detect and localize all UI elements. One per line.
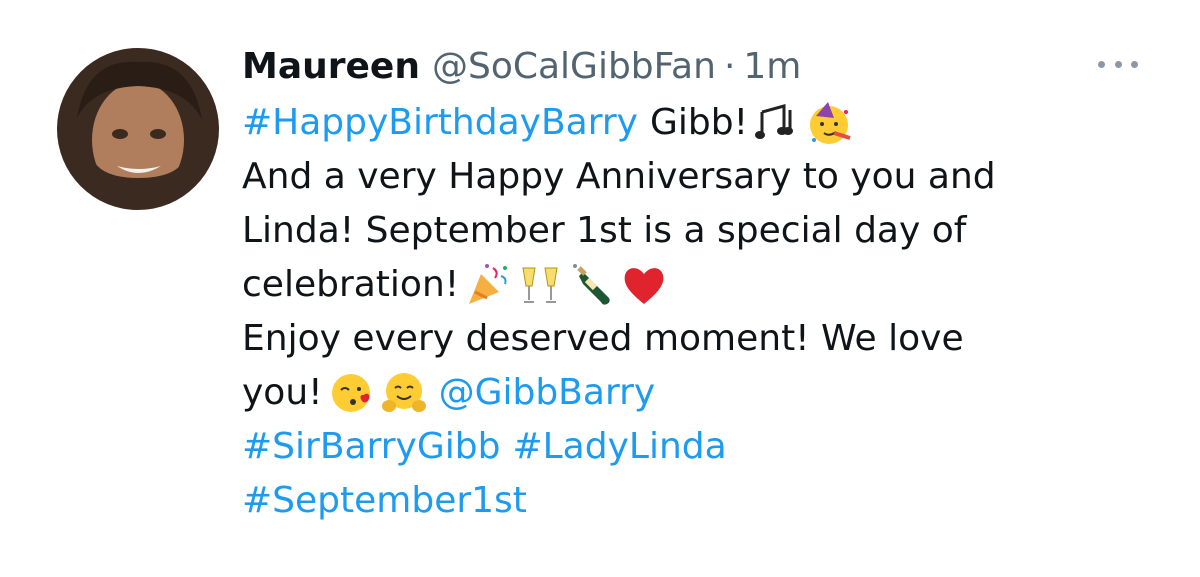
author-handle[interactable]: @SoCalGibbFan [432, 46, 716, 87]
tweet-text-span: Enjoy every deserved moment! We love [242, 318, 964, 359]
header-separator: · [723, 45, 736, 87]
tweet-text-span: celebration! [242, 264, 460, 305]
clinking-glasses-emoji [517, 262, 563, 308]
tweet-text-span: Linda! September 1st is a special day of [242, 210, 967, 251]
party-popper-emoji [465, 262, 511, 308]
tweet-line: you! @GibbBarry [242, 366, 1142, 420]
musical-notes-emoji [754, 100, 800, 146]
tweet-line: #HappyBirthdayBarry Gibb! [242, 96, 1142, 150]
face-blowing-kiss-emoji [329, 370, 375, 416]
more-dot [1131, 60, 1138, 68]
timestamp[interactable]: 1m [743, 46, 801, 87]
tweet-text: #HappyBirthdayBarry Gibb! And a very Hap… [242, 96, 1142, 528]
tweet-line: celebration! [242, 258, 1142, 312]
mention-link[interactable]: @GibbBarry [439, 366, 656, 420]
hashtag-link[interactable]: #HappyBirthdayBarry [242, 96, 638, 150]
partying-face-emoji [806, 100, 852, 146]
more-dot [1114, 60, 1122, 68]
more-options-icon[interactable] [1098, 52, 1138, 76]
avatar[interactable] [57, 48, 219, 210]
tweet-line: #September1st [242, 474, 1142, 528]
author-name[interactable]: Maureen [242, 46, 420, 87]
hashtag-link[interactable]: #SirBarryGibb [242, 420, 500, 474]
red-heart-emoji [621, 262, 667, 308]
tweet-line: Linda! September 1st is a special day of [242, 204, 1142, 258]
tweet-line: And a very Happy Anniversary to you and [242, 150, 1142, 204]
hugging-face-emoji [381, 370, 427, 416]
tweet-header: Maureen @SoCalGibbFan · 1m [242, 36, 1142, 96]
hashtag-link[interactable]: #September1st [242, 474, 527, 528]
tweet[interactable]: Maureen @SoCalGibbFan · 1m #HappyBirthda… [0, 0, 1200, 577]
tweet-line: #SirBarryGibb #LadyLinda [242, 420, 1142, 474]
tweet-text-span: And a very Happy Anniversary to you and [242, 156, 996, 197]
hashtag-link[interactable]: #LadyLinda [512, 420, 726, 474]
champagne-bottle-emoji [569, 262, 615, 308]
tweet-text-span: Gibb! [649, 102, 749, 143]
more-dot [1098, 60, 1105, 68]
tweet-line: Enjoy every deserved moment! We love [242, 312, 1142, 366]
tweet-text-span: you! [242, 372, 323, 413]
